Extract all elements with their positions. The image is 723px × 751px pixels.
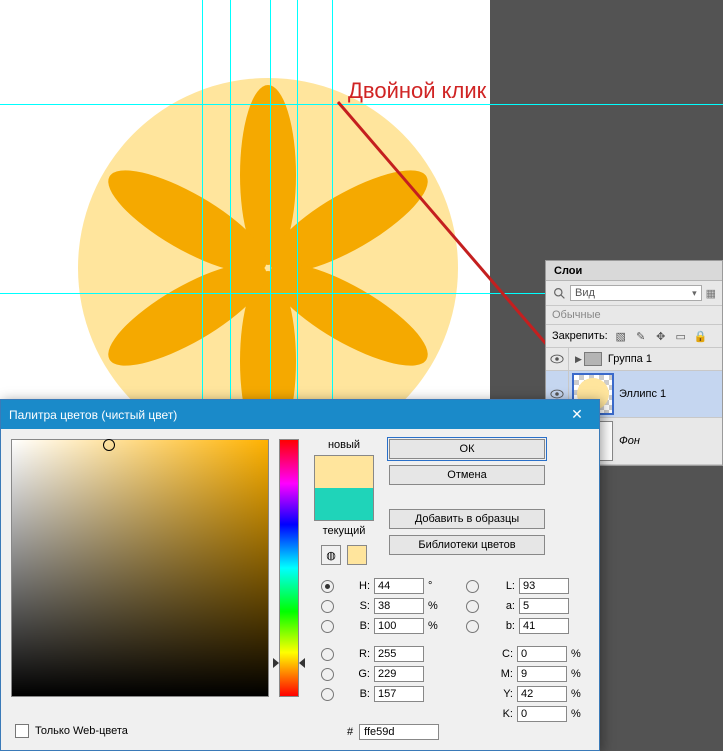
- hue-slider[interactable]: [279, 439, 299, 697]
- radio-s[interactable]: [321, 600, 334, 613]
- layers-tab[interactable]: Слои: [546, 261, 722, 281]
- folder-icon: [584, 352, 602, 366]
- artwork-lemon: [0, 0, 490, 410]
- b-rgb-input[interactable]: 157: [374, 686, 424, 702]
- layer-label[interactable]: Эллипс 1: [617, 388, 722, 400]
- swatch-new-label: новый: [328, 439, 360, 451]
- l-input[interactable]: 93: [519, 578, 569, 594]
- guide-v[interactable]: [230, 0, 231, 410]
- radio-g[interactable]: [321, 668, 334, 681]
- lock-label: Закрепить:: [552, 330, 608, 342]
- lock-all-icon[interactable]: 🔒: [694, 329, 708, 343]
- lock-artboard-icon[interactable]: ▭: [674, 329, 688, 343]
- c-input[interactable]: 0: [517, 646, 567, 662]
- radio-r[interactable]: [321, 648, 334, 661]
- guide-h[interactable]: [0, 104, 490, 105]
- m-input[interactable]: 9: [517, 666, 567, 682]
- radio-l[interactable]: [466, 580, 479, 593]
- y-input[interactable]: 42: [517, 686, 567, 702]
- ok-button[interactable]: ОК: [389, 439, 545, 459]
- h-input[interactable]: 44: [374, 578, 424, 594]
- hue-handle-icon[interactable]: [299, 658, 305, 668]
- b-hsb-input[interactable]: 100: [374, 618, 424, 634]
- web-only-label: Только Web-цвета: [35, 725, 128, 737]
- color-libraries-button[interactable]: Библиотеки цветов: [389, 535, 545, 555]
- search-icon[interactable]: [552, 286, 566, 300]
- cancel-button[interactable]: Отмена: [389, 465, 545, 485]
- hue-handle-icon[interactable]: [273, 658, 279, 668]
- web-only-checkbox[interactable]: [15, 724, 29, 738]
- color-swatches: [314, 455, 374, 521]
- lock-transparency-icon[interactable]: ▧: [614, 329, 628, 343]
- artboard[interactable]: [0, 0, 490, 410]
- radio-h[interactable]: [321, 580, 334, 593]
- chevron-down-icon: ▾: [692, 288, 697, 299]
- k-input[interactable]: 0: [517, 706, 567, 722]
- color-fields: H:44° S:38% B:100% R:255 G:229 B:157 L:9…: [321, 578, 587, 722]
- lock-move-icon[interactable]: ✥: [654, 329, 668, 343]
- filter-kind-icon[interactable]: ▦: [706, 287, 716, 300]
- layer-label[interactable]: Группа 1: [606, 353, 722, 365]
- layer-group[interactable]: ▶ Группа 1: [546, 348, 722, 371]
- g-input[interactable]: 229: [374, 666, 424, 682]
- dialog-titlebar[interactable]: Палитра цветов (чистый цвет) ✕: [1, 400, 599, 429]
- hex-prefix: #: [347, 726, 353, 738]
- hex-input[interactable]: ffe59d: [359, 724, 439, 740]
- layers-filter-label: Вид: [575, 287, 595, 299]
- color-field-cursor[interactable]: [103, 439, 115, 451]
- websafe-swatch[interactable]: [347, 545, 367, 565]
- radio-bb[interactable]: [321, 688, 334, 701]
- s-input[interactable]: 38: [374, 598, 424, 614]
- b-lab-input[interactable]: 41: [519, 618, 569, 634]
- guide-v[interactable]: [270, 0, 271, 410]
- disclosure-triangle-icon[interactable]: ▶: [575, 354, 582, 365]
- visibility-toggle[interactable]: [546, 348, 569, 370]
- r-input[interactable]: 255: [374, 646, 424, 662]
- guide-h[interactable]: [0, 293, 490, 294]
- current-color-swatch[interactable]: [315, 488, 373, 520]
- guide-v[interactable]: [202, 0, 203, 410]
- canvas-area: Двойной клик: [0, 0, 540, 430]
- annotation-text: Двойной клик: [348, 78, 486, 104]
- cube-icon[interactable]: ◍: [321, 545, 341, 565]
- guide-h-ext: [490, 104, 723, 105]
- a-input[interactable]: 5: [519, 598, 569, 614]
- guide-v[interactable]: [297, 0, 298, 410]
- close-icon[interactable]: ✕: [563, 406, 591, 423]
- add-swatch-button[interactable]: Добавить в образцы: [389, 509, 545, 529]
- radio-b[interactable]: [321, 620, 334, 633]
- blend-mode-dropdown[interactable]: Обычные: [546, 306, 722, 325]
- color-field[interactable]: [11, 439, 269, 697]
- layer-label[interactable]: Фон: [617, 435, 722, 447]
- guide-v[interactable]: [332, 0, 333, 410]
- radio-b2[interactable]: [466, 620, 479, 633]
- radio-a[interactable]: [466, 600, 479, 613]
- lock-brush-icon[interactable]: ✎: [634, 329, 648, 343]
- new-color-swatch[interactable]: [315, 456, 373, 488]
- layers-filter-dropdown[interactable]: Вид ▾: [570, 285, 702, 301]
- swatch-current-label: текущий: [323, 525, 366, 537]
- color-picker-dialog: Палитра цветов (чистый цвет) ✕ новый тек…: [0, 399, 600, 751]
- dialog-title: Палитра цветов (чистый цвет): [9, 408, 177, 422]
